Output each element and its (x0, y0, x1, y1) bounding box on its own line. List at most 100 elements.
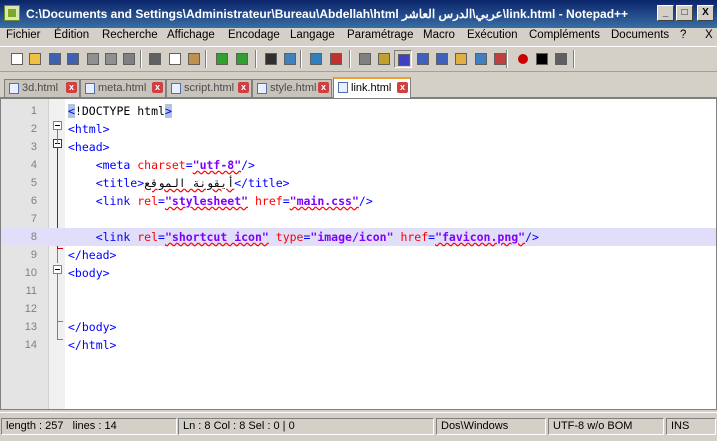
save-all-icon (67, 53, 79, 65)
menu-documents[interactable]: Documents (611, 29, 669, 41)
close-all-button[interactable] (102, 50, 120, 68)
tab-link-html[interactable]: link.html x (333, 77, 411, 98)
tab-close-icon[interactable]: x (66, 82, 77, 93)
word-wrap-button[interactable] (394, 50, 412, 68)
tab-label: meta.html (98, 82, 147, 94)
status-encoding: UTF-8 w/o BOM (548, 418, 664, 435)
line-code: </html> (68, 336, 116, 354)
menu-complements[interactable]: Compléments (529, 29, 600, 41)
indent-guide-icon (436, 53, 448, 65)
title-bar: C:\Documents and Settings\Administrateur… (0, 0, 717, 28)
code-line[interactable]: 7 (1, 210, 716, 228)
record-macro-button[interactable] (514, 50, 532, 68)
user-lang-button[interactable] (452, 50, 470, 68)
code-token: <meta (68, 158, 138, 172)
stop-macro-button[interactable] (533, 50, 551, 68)
doc-map-button[interactable] (472, 50, 490, 68)
cut-icon (149, 53, 161, 65)
html-file-icon (338, 82, 348, 93)
code-line[interactable]: 4 <meta charset="utf-8"/> (1, 156, 716, 174)
new-file-button[interactable] (8, 50, 26, 68)
line-number: 3 (30, 141, 37, 153)
menu-langage[interactable]: Langage (290, 29, 335, 41)
menu-affichage[interactable]: Affichage (167, 29, 215, 41)
copy-button[interactable] (166, 50, 184, 68)
tab-3d-html[interactable]: 3d.html x (4, 79, 80, 97)
zoom-out-button[interactable] (327, 50, 345, 68)
undo-button[interactable] (213, 50, 231, 68)
code-line[interactable]: 8 <link rel="shortcut icon" type="image/… (1, 228, 716, 246)
code-line[interactable]: 13 </body> (1, 318, 716, 336)
code-line[interactable]: 14 </html> (1, 336, 716, 354)
tab-close-icon[interactable]: x (318, 82, 329, 93)
notepadpp-app-icon[interactable] (4, 5, 20, 21)
status-length-lines: length : 257 lines : 14 (1, 418, 177, 435)
code-token: href (255, 194, 283, 208)
undo-icon (216, 53, 228, 65)
code-line[interactable]: 3 <head> (1, 138, 716, 156)
menu-execution[interactable]: Exécution (467, 29, 518, 41)
status-length: length : 257 (6, 420, 64, 432)
open-file-button[interactable] (26, 50, 44, 68)
html-file-icon (9, 83, 19, 94)
close-document-button[interactable]: X (705, 29, 713, 41)
menu-encodage[interactable]: Encodage (228, 29, 280, 41)
code-line[interactable]: 11 (1, 282, 716, 300)
minimize-button[interactable]: _ (657, 5, 674, 21)
code-token: /> (525, 230, 539, 244)
code-line[interactable]: 2 <html> (1, 120, 716, 138)
user-lang-icon (455, 53, 467, 65)
tab-close-icon[interactable]: x (397, 82, 408, 93)
paste-button[interactable] (185, 50, 203, 68)
line-number: 12 (24, 303, 37, 315)
tab-label: script.html (184, 82, 235, 94)
stop-macro-icon (536, 53, 548, 65)
toolbar (0, 46, 717, 72)
toolbar-separator (140, 50, 142, 68)
close-window-button[interactable]: X (697, 5, 714, 21)
code-token: <head> (68, 140, 110, 154)
tab-label: 3d.html (22, 82, 59, 94)
sync-scroll-h-button[interactable] (375, 50, 393, 68)
line-number: 9 (30, 249, 37, 261)
print-button[interactable] (120, 50, 138, 68)
tab-close-icon[interactable]: x (238, 82, 249, 93)
code-line[interactable]: 10 <body> (1, 264, 716, 282)
sync-scroll-v-button[interactable] (356, 50, 374, 68)
new-file-icon (11, 53, 23, 65)
zoom-in-button[interactable] (307, 50, 325, 68)
show-all-chars-button[interactable] (414, 50, 432, 68)
line-number: 14 (24, 339, 37, 351)
code-token: <link (68, 194, 138, 208)
code-editor[interactable]: 1 <!DOCTYPE html> 2 <html> 3 <head> 4 <meta ch… (0, 98, 717, 410)
code-line[interactable]: 6 <link rel="stylesheet" href="main.css"… (1, 192, 716, 210)
code-line[interactable]: 1 <!DOCTYPE html> (1, 102, 716, 120)
close-button[interactable] (84, 50, 102, 68)
code-line[interactable]: 5 <title>أيقونة الموقع</title> (1, 174, 716, 192)
play-macro-button[interactable] (552, 50, 570, 68)
tab-style-html[interactable]: style.html x (252, 79, 332, 97)
tab-meta-html[interactable]: meta.html x (80, 79, 166, 97)
window-title: C:\Documents and Settings\Administrateur… (26, 7, 629, 21)
find-button[interactable] (262, 50, 280, 68)
menu-help[interactable]: ? (680, 29, 686, 41)
cut-button[interactable] (146, 50, 164, 68)
maximize-button[interactable]: □ (676, 5, 693, 21)
menu-parametrage[interactable]: Paramétrage (347, 29, 413, 41)
redo-button[interactable] (233, 50, 251, 68)
code-line[interactable]: 9 </head> (1, 246, 716, 264)
indent-guide-button[interactable] (433, 50, 451, 68)
replace-button[interactable] (281, 50, 299, 68)
tab-close-icon[interactable]: x (152, 82, 163, 93)
tab-script-html[interactable]: script.html x (166, 79, 252, 97)
line-code: <link rel="stylesheet" href="main.css"/> (68, 192, 373, 210)
save-button[interactable] (46, 50, 64, 68)
save-all-button[interactable] (64, 50, 82, 68)
menu-macro[interactable]: Macro (423, 29, 455, 41)
menu-recherche[interactable]: Recherche (102, 29, 158, 41)
menu-edition[interactable]: Édition (54, 29, 89, 41)
menu-fichier[interactable]: Fichier (6, 29, 41, 41)
code-line[interactable]: 12 (1, 300, 716, 318)
code-token: < (68, 104, 75, 118)
